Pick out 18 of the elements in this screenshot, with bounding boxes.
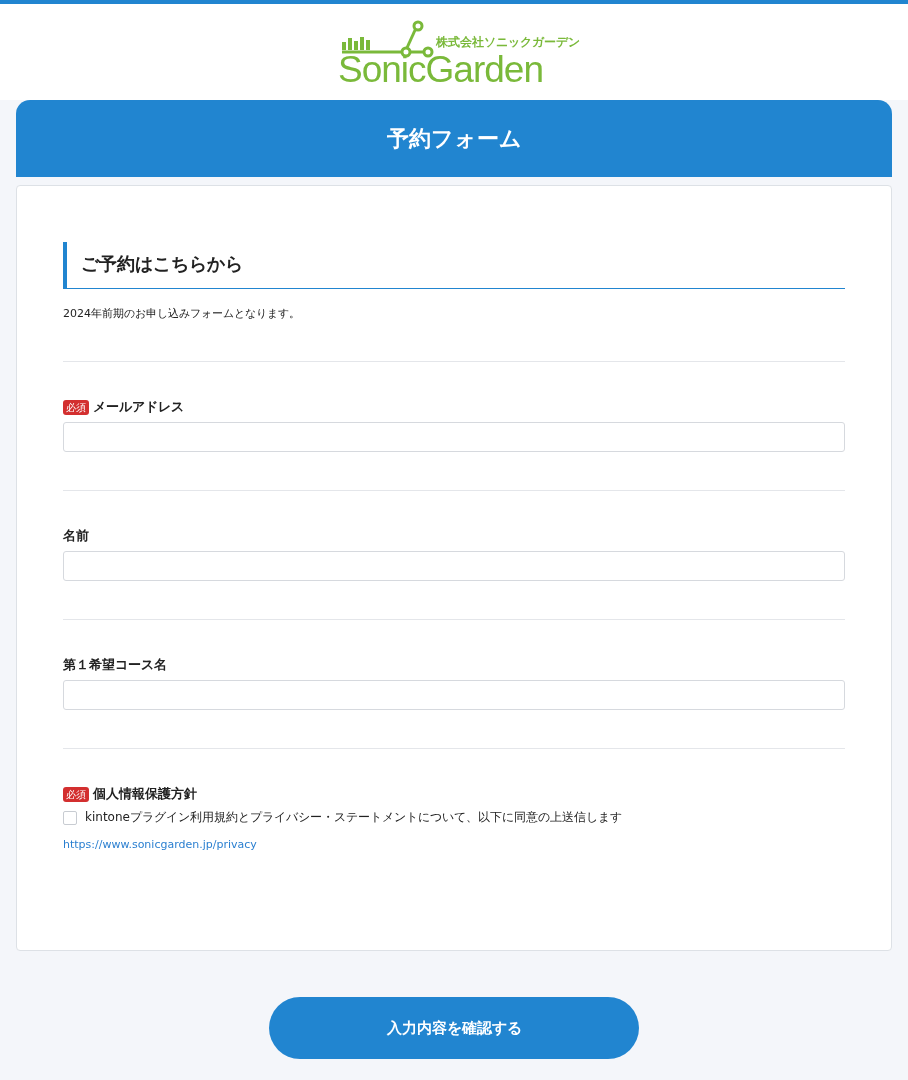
privacy-link[interactable]: https://www.sonicgarden.jp/privacy [63,838,257,851]
logo-wordmark: SonicGarden [338,49,543,91]
input-field[interactable] [63,680,845,710]
confirm-button[interactable]: 入力内容を確認する [269,997,639,1059]
consent-checkbox[interactable] [63,810,77,825]
field-label: 個人情報保護方針 [93,785,197,803]
required-badge: 必須 [63,399,89,415]
field-label: 第１希望コース名 [63,656,167,674]
section-description: 2024年前期のお申し込みフォームとなります。 [63,306,301,321]
required-badge: 必須 [63,786,89,802]
input-field[interactable] [63,422,845,452]
field-label: 名前 [63,527,89,545]
form-title: 予約フォーム [386,124,522,153]
field-label: メールアドレス [93,398,184,416]
section-heading: ご予約はこちらから [63,242,845,289]
input-field[interactable] [63,551,845,581]
company-name: 株式会社ソニックガーデン [436,35,580,49]
consent-text: kintoneプラグイン利用規約とプライバシー・ステートメントについて、以下に同意の上送信します [85,809,622,826]
